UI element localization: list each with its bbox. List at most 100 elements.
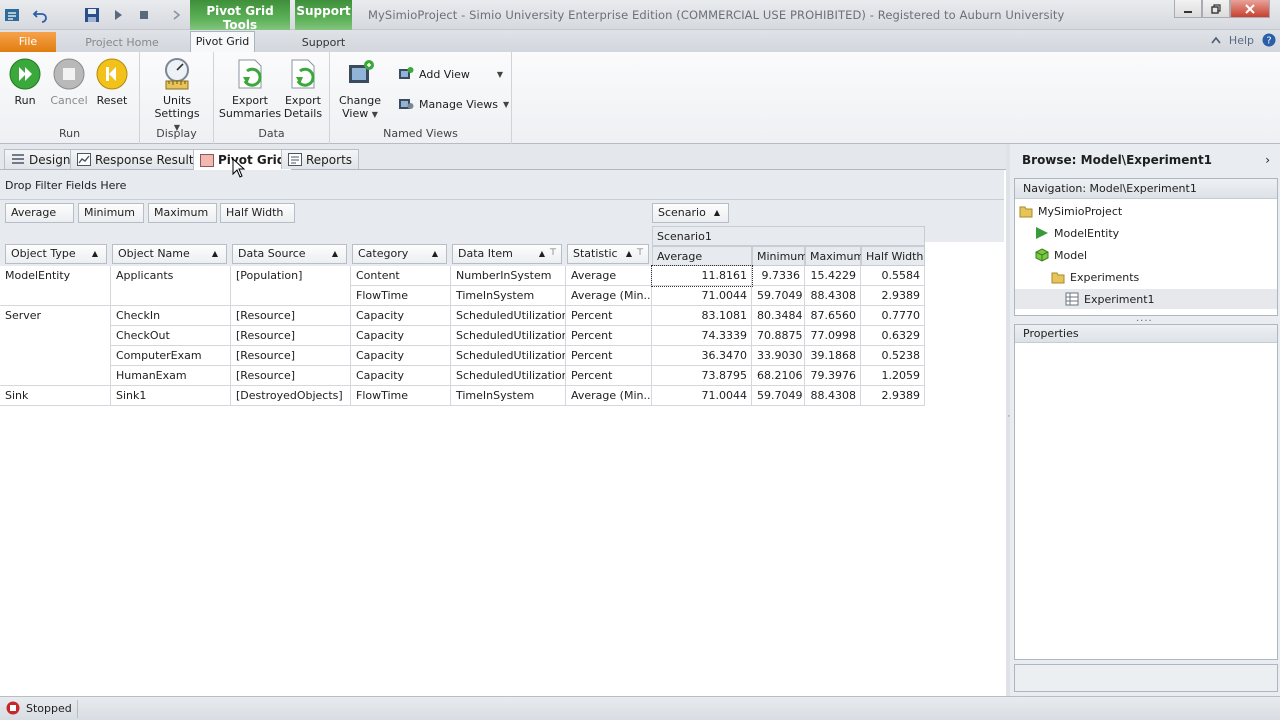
value-cell[interactable]: 80.3484 — [752, 306, 805, 326]
value-cell[interactable]: 73.8795 — [652, 366, 752, 386]
value-cell[interactable]: 2.9389 — [861, 286, 925, 306]
row-header-cell[interactable]: Percent — [566, 326, 652, 346]
row-header-cell[interactable]: FlowTime — [351, 286, 451, 306]
row-header-cell[interactable]: Capacity — [351, 346, 451, 366]
row-header-cell[interactable]: ModelEntity — [0, 266, 111, 306]
row-header-cell[interactable]: Percent — [566, 306, 652, 326]
value-cell[interactable]: 74.3339 — [652, 326, 752, 346]
manage-views-button[interactable]: Manage Views ▼ — [398, 96, 509, 112]
value-cell[interactable]: 59.7049 — [752, 386, 805, 406]
row-header-cell[interactable]: [Resource] — [231, 306, 351, 326]
row-header-cell[interactable]: Average — [566, 266, 652, 286]
row-header-cell[interactable]: Server — [0, 306, 111, 386]
value-cell[interactable]: 39.1868 — [805, 346, 861, 366]
data-field-average[interactable]: Average — [5, 203, 74, 223]
stop-icon[interactable] — [134, 5, 154, 25]
undo-icon[interactable] — [30, 5, 50, 25]
row-header-cell[interactable]: TimeInSystem — [451, 386, 566, 406]
value-column-header[interactable]: Average — [652, 246, 752, 266]
run-button[interactable]: Run — [8, 56, 42, 107]
row-header-cell[interactable]: TimeInSystem — [451, 286, 566, 306]
tree-item-model[interactable]: Model — [1035, 245, 1087, 265]
tree-item-experiment1[interactable]: Experiment1 — [1015, 289, 1277, 309]
tab-file[interactable]: File — [0, 32, 56, 52]
row-field-header[interactable]: Object Type ▲ — [5, 244, 107, 264]
row-field-header[interactable]: Object Name ▲ — [112, 244, 227, 264]
data-field-half-width[interactable]: Half Width — [220, 203, 295, 223]
data-field-maximum[interactable]: Maximum — [148, 203, 217, 223]
value-cell[interactable]: 88.4308 — [805, 386, 861, 406]
value-cell[interactable]: 68.2106 — [752, 366, 805, 386]
row-header-cell[interactable]: ComputerExam — [111, 346, 231, 366]
tree-item-mysimioproject[interactable]: MySimioProject — [1019, 201, 1122, 221]
value-cell[interactable]: 79.3976 — [805, 366, 861, 386]
value-cell[interactable]: 0.6329 — [861, 326, 925, 346]
export-summaries-button[interactable]: Export Summaries — [219, 56, 281, 120]
row-header-cell[interactable]: Capacity — [351, 326, 451, 346]
row-header-cell[interactable]: Percent — [566, 346, 652, 366]
close-button[interactable] — [1230, 0, 1270, 18]
save-icon[interactable] — [82, 5, 102, 25]
row-header-cell[interactable]: ScheduledUtilization — [451, 326, 566, 346]
value-column-header[interactable]: Half Width — [861, 246, 925, 266]
value-cell[interactable]: 71.0044 — [652, 386, 752, 406]
value-cell[interactable]: 36.3470 — [652, 346, 752, 366]
value-cell[interactable]: 59.7049 — [752, 286, 805, 306]
row-field-header[interactable]: Category ▲ — [352, 244, 447, 264]
export-details-button[interactable]: Export Details — [282, 56, 324, 120]
row-header-cell[interactable]: [Population] — [231, 266, 351, 306]
value-cell[interactable]: 2.9389 — [861, 386, 925, 406]
row-header-cell[interactable]: [Resource] — [231, 346, 351, 366]
value-cell[interactable]: 0.5238 — [861, 346, 925, 366]
value-column-header[interactable]: Minimum — [752, 246, 808, 266]
tab-response-results[interactable]: Response Results — [70, 149, 207, 169]
add-view-button[interactable]: Add View ▼ — [398, 66, 503, 82]
row-header-cell[interactable]: ScheduledUtilization — [451, 306, 566, 326]
value-cell[interactable]: 0.7770 — [861, 306, 925, 326]
filter-drop-area[interactable]: Drop Filter Fields Here — [0, 170, 1004, 200]
row-header-cell[interactable]: Content — [351, 266, 451, 286]
minimize-button[interactable] — [1174, 0, 1202, 18]
row-header-cell[interactable]: Average (Min... — [566, 286, 652, 306]
value-cell[interactable]: 33.9030 — [752, 346, 805, 366]
row-header-cell[interactable]: CheckIn — [111, 306, 231, 326]
row-field-header[interactable]: Statistic ▲ ⊤ — [567, 244, 649, 264]
value-cell[interactable]: 83.1081 — [652, 306, 752, 326]
row-field-header[interactable]: Data Source ▲ — [232, 244, 347, 264]
row-header-cell[interactable]: CheckOut — [111, 326, 231, 346]
row-header-cell[interactable]: Sink — [0, 386, 111, 406]
value-cell[interactable]: 11.8161 — [651, 265, 753, 287]
row-header-cell[interactable]: Sink1 — [111, 386, 231, 406]
filter-funnel-icon[interactable]: ⊤ — [636, 245, 644, 262]
value-cell[interactable]: 1.2059 — [861, 366, 925, 386]
row-header-cell[interactable]: Capacity — [351, 366, 451, 386]
help-link[interactable]: Help — [1229, 34, 1254, 47]
value-cell[interactable]: 70.8875 — [752, 326, 805, 346]
tab-design[interactable]: Design — [4, 149, 78, 169]
value-cell[interactable]: 87.6560 — [805, 306, 861, 326]
value-cell[interactable]: 9.7336 — [752, 266, 805, 286]
reset-button[interactable]: Reset — [94, 56, 130, 107]
play-icon[interactable] — [108, 5, 128, 25]
tree-item-experiments[interactable]: Experiments — [1051, 267, 1139, 287]
row-header-cell[interactable]: FlowTime — [351, 386, 451, 406]
column-field-scenario[interactable]: Scenario ▲ — [652, 203, 729, 223]
filter-funnel-icon[interactable]: ⊤ — [549, 245, 557, 262]
row-header-cell[interactable]: NumberInSystem — [451, 266, 566, 286]
row-header-cell[interactable]: Capacity — [351, 306, 451, 326]
row-field-header[interactable]: Data Item ▲ ⊤ — [452, 244, 562, 264]
chevron-right-icon[interactable]: › — [1265, 150, 1270, 170]
value-cell[interactable]: 88.4308 — [805, 286, 861, 306]
app-icon[interactable] — [2, 5, 22, 25]
row-header-cell[interactable]: ScheduledUtilization — [451, 346, 566, 366]
tab-pivot-grid[interactable]: Pivot Grid — [190, 31, 255, 52]
tree-item-modelentity[interactable]: ModelEntity — [1035, 223, 1119, 243]
units-settings-button[interactable]: Units Settings ▼ — [150, 56, 204, 134]
data-field-minimum[interactable]: Minimum — [78, 203, 144, 223]
collapse-ribbon-icon[interactable] — [1211, 36, 1221, 44]
row-header-cell[interactable]: [Resource] — [231, 366, 351, 386]
value-column-header[interactable]: Maximum — [805, 246, 864, 266]
tab-reports[interactable]: Reports — [281, 149, 360, 169]
help-icon[interactable]: ? — [1262, 33, 1276, 47]
row-header-cell[interactable]: Percent — [566, 366, 652, 386]
